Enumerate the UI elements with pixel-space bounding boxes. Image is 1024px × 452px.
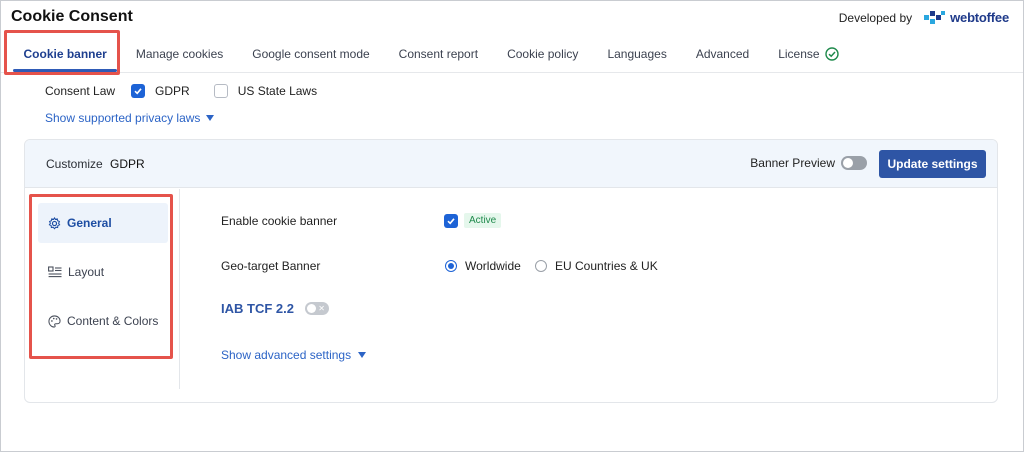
tab-manage-cookies[interactable]: Manage cookies [121,36,237,72]
caret-down-icon [206,115,215,121]
iab-tcf-toggle[interactable]: ✕ [305,302,329,315]
tab-cookie-banner[interactable]: Cookie banner [9,36,121,72]
customize-law-value: GDPR [110,157,145,171]
app-window: Cookie Consent Developed by webtoffee Co… [0,0,1024,452]
enable-cookie-banner-checkbox[interactable] [444,214,458,228]
tab-cookie-policy[interactable]: Cookie policy [493,36,593,72]
tab-advanced[interactable]: Advanced [681,36,763,72]
developer-credit: Developed by webtoffee [839,10,1009,25]
status-badge: Active [464,213,502,228]
main-tabs: Cookie banner Manage cookies Google cons… [9,36,853,72]
sidenav-item-general[interactable]: General [38,203,168,243]
layout-icon [48,266,62,278]
tab-languages[interactable]: Languages [593,36,681,72]
consent-law-label: Consent Law [45,84,116,98]
checkmark-icon [447,218,455,225]
tab-consent-report[interactable]: Consent report [384,36,492,72]
worldwide-label: Worldwide [465,259,521,273]
worldwide-radio[interactable] [445,260,457,272]
developed-by-label: Developed by [838,10,913,25]
brand-name: webtoffee [950,10,1009,25]
gear-icon [48,216,61,229]
iab-tcf-label: IAB TCF 2.2 [221,301,294,316]
sidenav-content-colors-label: Content & Colors [67,314,159,328]
check-circle-icon [824,47,839,61]
gdpr-checkbox[interactable] [131,84,146,98]
us-state-laws-label: US State Laws [237,84,318,98]
sidenav-general-label: General [67,216,112,230]
banner-preview-label: Banner Preview [750,156,835,170]
consent-law-row: Consent Law GDPR US State Laws [45,83,341,99]
sidenav-layout-label: Layout [68,265,105,279]
customize-label: Customize [46,157,103,171]
close-icon: ✕ [318,304,325,313]
checkmark-icon [134,88,142,95]
page-title: Cookie Consent [11,8,133,25]
banner-preview-toggle[interactable] [841,156,867,170]
geo-target-banner-label: Geo-target Banner [221,259,321,273]
enable-cookie-banner-label: Enable cookie banner [221,214,338,228]
sidenav-item-layout[interactable]: Layout [38,252,168,292]
customize-header: Customize GDPR Banner Preview Update set… [25,140,997,188]
tab-license-label: License [778,47,820,61]
sidenav-item-content-colors[interactable]: Content & Colors [38,301,168,341]
show-advanced-settings-label: Show advanced settings [221,348,352,362]
eu-countries-uk-label: EU Countries & UK [555,259,658,273]
brand-logo[interactable]: webtoffee [924,10,1009,25]
show-privacy-laws-link[interactable]: Show supported privacy laws [45,111,215,125]
eu-countries-uk-radio[interactable] [535,260,547,272]
webtoffee-logo-icon [924,10,946,24]
us-state-laws-checkbox[interactable] [213,84,228,98]
show-advanced-settings-link[interactable]: Show advanced settings [221,348,367,362]
caret-down-icon [358,352,367,358]
header-bar: Cookie Consent Developed by webtoffee Co… [1,1,1023,73]
palette-icon [48,314,61,328]
tab-google-consent-mode[interactable]: Google consent mode [238,36,384,72]
customize-sidenav: General Layout Content & Colors [25,189,180,389]
tab-license[interactable]: License [764,36,853,72]
gdpr-label: GDPR [155,84,190,98]
banner-preview: Banner Preview [750,156,867,170]
update-settings-button[interactable]: Update settings [879,150,986,178]
show-privacy-laws-label: Show supported privacy laws [45,111,201,125]
